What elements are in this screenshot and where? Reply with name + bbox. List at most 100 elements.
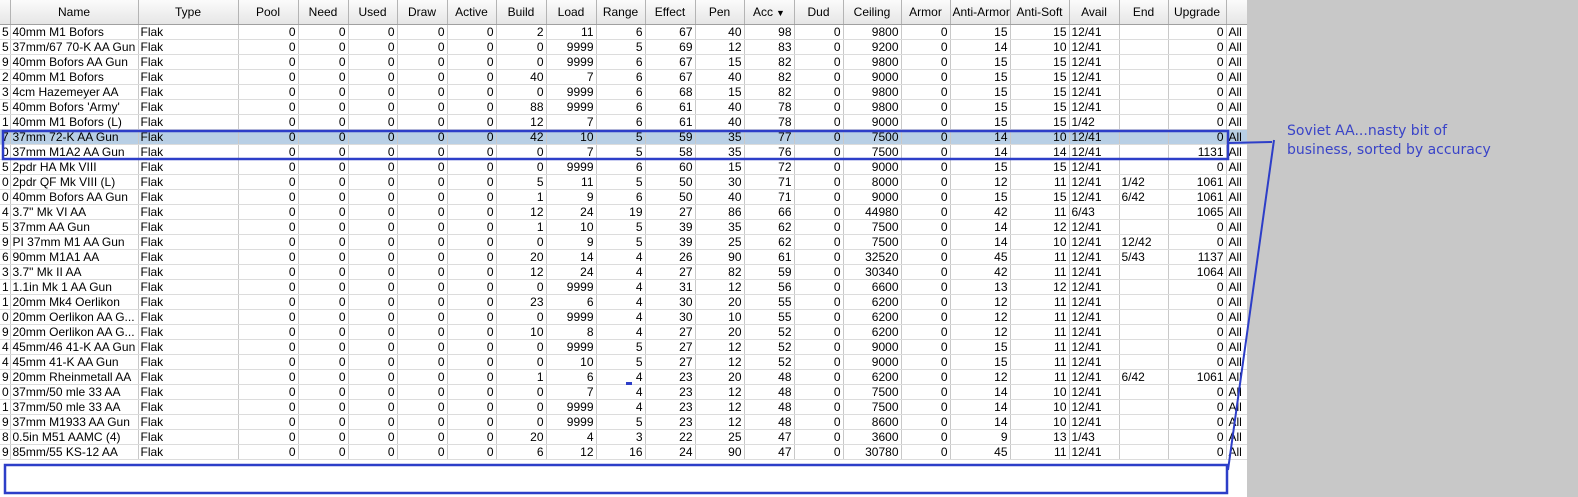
column-header-dud[interactable]: Dud xyxy=(794,0,844,25)
table-row[interactable]: 1 37mm/50 mle 33 AA Flak 0 0 0 0 0 0 9999 4 23 12 48 0… xyxy=(0,399,1247,415)
cell-acc: 71 xyxy=(744,189,795,205)
table-row[interactable]: 9 20mm Oerlikon AA G... Flak 0 0 0 0 0 10 8 4 27 20 5… xyxy=(0,324,1247,340)
table-row[interactable]: 1 40mm M1 Bofors (L) Flak 0 0 0 0 0 12 7 6 61 40 78 0 9… xyxy=(0,114,1247,130)
cell-end: 1/42 xyxy=(1119,174,1169,190)
table-row[interactable]: 9 PI 37mm M1 AA Gun Flak 0 0 0 0 0 0 9 5 39 25 62 0 750… xyxy=(0,234,1247,250)
cell-used: 0 xyxy=(348,129,398,145)
table-row[interactable]: 5 37mm AA Gun Flak 0 0 0 0 0 1 10 5 39 35 62 0 7500 0 14 1… xyxy=(0,219,1247,235)
table-row[interactable]: 9 85mm/55 KS-12 AA Flak 0 0 0 0 0 6 12 16 24 90 47 0 30… xyxy=(0,444,1247,460)
column-header-range[interactable]: Range xyxy=(596,0,646,25)
table-row[interactable]: 4 45mm/46 41-K AA Gun Flak 0 0 0 0 0 0 9999 5 27 12 5… xyxy=(0,339,1247,355)
cell-build: 0 xyxy=(496,309,547,325)
table-row[interactable]: 5 40mm Bofors 'Army' Flak 0 0 0 0 0 88 9999 6 61 40 7… xyxy=(0,99,1247,115)
cell-end xyxy=(1119,69,1169,85)
cell-ceiling: 32520 xyxy=(843,249,902,265)
cell-ceiling: 7500 xyxy=(843,234,902,250)
cell-range: 6 xyxy=(596,189,646,205)
cell-anti-armor: 15 xyxy=(950,69,1011,85)
table-row[interactable]: 5 37mm/67 70-K AA Gun Flak 0 0 0 0 0 0 9999 5 69 12 8… xyxy=(0,39,1247,55)
cell-extra: All xyxy=(1226,369,1247,385)
cell-anti-armor: 12 xyxy=(950,324,1011,340)
table-row[interactable]: 2 40mm M1 Bofors Flak 0 0 0 0 0 40 7 6 67 40 82 0 9000 0… xyxy=(0,69,1247,85)
cell-type: Flak xyxy=(138,174,239,190)
column-header-index[interactable] xyxy=(0,0,11,25)
column-header-active[interactable]: Active xyxy=(447,0,497,25)
cell-end xyxy=(1119,354,1169,370)
cell-range: 4 xyxy=(596,384,646,400)
table-row[interactable]: 0 20mm Oerlikon AA G... Flak 0 0 0 0 0 0 9999 4 30 1… xyxy=(0,309,1247,325)
cell-acc: 66 xyxy=(744,204,795,220)
table-row[interactable]: 9 20mm Rheinmetall AA Flak 0 0 0 0 0 1 6 4 23 20 48 0 6… xyxy=(0,369,1247,385)
table-row[interactable]: 5 2pdr HA Mk VIII Flak 0 0 0 0 0 0 9999 6 60 15 72 0 90… xyxy=(0,159,1247,175)
table-row[interactable]: 6 90mm M1A1 AA Flak 0 0 0 0 0 20 14 4 26 90 61 0 32520 0… xyxy=(0,249,1247,265)
table-row[interactable]: 8 0.5in M51 AAMC (4) Flak 0 0 0 0 0 20 4 3 22 25 47 0 3… xyxy=(0,429,1247,445)
cell-armor: 0 xyxy=(901,129,951,145)
cell-dud: 0 xyxy=(794,129,844,145)
cell-acc: 47 xyxy=(744,429,795,445)
cell-effect: 67 xyxy=(645,24,696,40)
cell-pen: 12 xyxy=(695,279,745,295)
cell-draw: 0 xyxy=(397,189,448,205)
column-header-acc[interactable]: Acc ▼ xyxy=(744,0,795,25)
cell-upgrade: 0 xyxy=(1168,384,1227,400)
column-header-used[interactable]: Used xyxy=(348,0,398,25)
table-row[interactable]: 4 3.7" Mk VI AA Flak 0 0 0 0 0 12 24 19 27 86 66 0 4498… xyxy=(0,204,1247,220)
cell-extra: All xyxy=(1226,144,1247,160)
table-row[interactable]: 0 37mm M1A2 AA Gun Flak 0 0 0 0 0 0 7 5 58 35 76 0 7500… xyxy=(0,144,1247,160)
column-header-name[interactable]: Name xyxy=(10,0,139,25)
cell-need: 0 xyxy=(298,84,349,100)
cell-name: 37mm/67 70-K AA Gun xyxy=(10,39,139,55)
cell-extra: All xyxy=(1226,69,1247,85)
table-row[interactable]: 1 1.1in Mk 1 AA Gun Flak 0 0 0 0 0 0 9999 4 31 12 56 0… xyxy=(0,279,1247,295)
cell-type: Flak xyxy=(138,399,239,415)
cell-ceiling: 9000 xyxy=(843,354,902,370)
table-row[interactable]: 0 2pdr QF Mk VIII (L) Flak 0 0 0 0 0 5 11 5 50 30 71 0… xyxy=(0,174,1247,190)
cell-name: 45mm 41-K AA Gun xyxy=(10,354,139,370)
table-row[interactable]: 5 40mm M1 Bofors Flak 0 0 0 0 0 2 11 6 67 40 98 0 9800 0… xyxy=(0,24,1247,40)
column-header-type[interactable]: Type xyxy=(138,0,239,25)
cell-used: 0 xyxy=(348,249,398,265)
column-header-need[interactable]: Need xyxy=(298,0,349,25)
column-header-anti-armor[interactable]: Anti-Armor xyxy=(950,0,1011,25)
column-header-pen[interactable]: Pen xyxy=(695,0,745,25)
cell-avail: 12/41 xyxy=(1069,129,1120,145)
column-header-upgrade[interactable]: Upgrade xyxy=(1168,0,1227,25)
cell-upgrade: 1061 xyxy=(1168,369,1227,385)
column-header-pool[interactable]: Pool xyxy=(238,0,299,25)
cell-name: 45mm/46 41-K AA Gun xyxy=(10,339,139,355)
column-header-ceiling[interactable]: Ceiling xyxy=(843,0,902,25)
cell-end xyxy=(1119,309,1169,325)
cell-name: 37mm AA Gun xyxy=(10,219,139,235)
table-row[interactable]: 7 37mm 72-K AA Gun Flak 0 0 0 0 0 42 10 5 59 35 77 0 75… xyxy=(0,129,1247,145)
column-header-draw[interactable]: Draw xyxy=(397,0,448,25)
column-header-anti-soft[interactable]: Anti-Soft xyxy=(1010,0,1070,25)
cell-upgrade: 0 xyxy=(1168,219,1227,235)
cell-avail: 12/41 xyxy=(1069,294,1120,310)
column-header-load[interactable]: Load xyxy=(546,0,597,25)
column-header-effect[interactable]: Effect xyxy=(645,0,696,25)
column-header-extra[interactable] xyxy=(1226,0,1247,25)
column-header-end[interactable]: End xyxy=(1119,0,1169,25)
cell-range: 4 xyxy=(596,249,646,265)
cell-pool: 0 xyxy=(238,324,299,340)
table-row[interactable]: 9 37mm M1933 AA Gun Flak 0 0 0 0 0 0 9999 5 23 12 48 0… xyxy=(0,414,1247,430)
cell-pool: 0 xyxy=(238,219,299,235)
table-row[interactable]: 0 37mm/50 mle 33 AA Flak 0 0 0 0 0 0 7 4 23 12 48 0 750… xyxy=(0,384,1247,400)
cell-draw: 0 xyxy=(397,99,448,115)
column-header-avail[interactable]: Avail xyxy=(1069,0,1120,25)
cell-pen: 90 xyxy=(695,249,745,265)
table-row[interactable]: 3 4cm Hazemeyer AA Flak 0 0 0 0 0 0 9999 6 68 15 82 0 9… xyxy=(0,84,1247,100)
cell-pen: 20 xyxy=(695,369,745,385)
table-row[interactable]: 3 3.7" Mk II AA Flak 0 0 0 0 0 12 24 4 27 82 59 0 30340… xyxy=(0,264,1247,280)
table-row[interactable]: 0 40mm Bofors AA Gun Flak 0 0 0 0 0 1 9 6 50 40 71 0 90… xyxy=(0,189,1247,205)
cell-draw: 0 xyxy=(397,144,448,160)
table-row[interactable]: 1 20mm Mk4 Oerlikon Flak 0 0 0 0 0 23 6 4 30 20 55 0 62… xyxy=(0,294,1247,310)
cell-load: 9999 xyxy=(546,309,597,325)
column-header-build[interactable]: Build xyxy=(496,0,547,25)
column-header-armor[interactable]: Armor xyxy=(901,0,951,25)
cell-effect: 50 xyxy=(645,174,696,190)
cell-index: 4 xyxy=(0,339,11,355)
table-row[interactable]: 9 40mm Bofors AA Gun Flak 0 0 0 0 0 0 9999 6 67 15 82… xyxy=(0,54,1247,70)
cell-range: 4 xyxy=(596,279,646,295)
table-row[interactable]: 4 45mm 41-K AA Gun Flak 0 0 0 0 0 0 10 5 27 12 52 0 900… xyxy=(0,354,1247,370)
